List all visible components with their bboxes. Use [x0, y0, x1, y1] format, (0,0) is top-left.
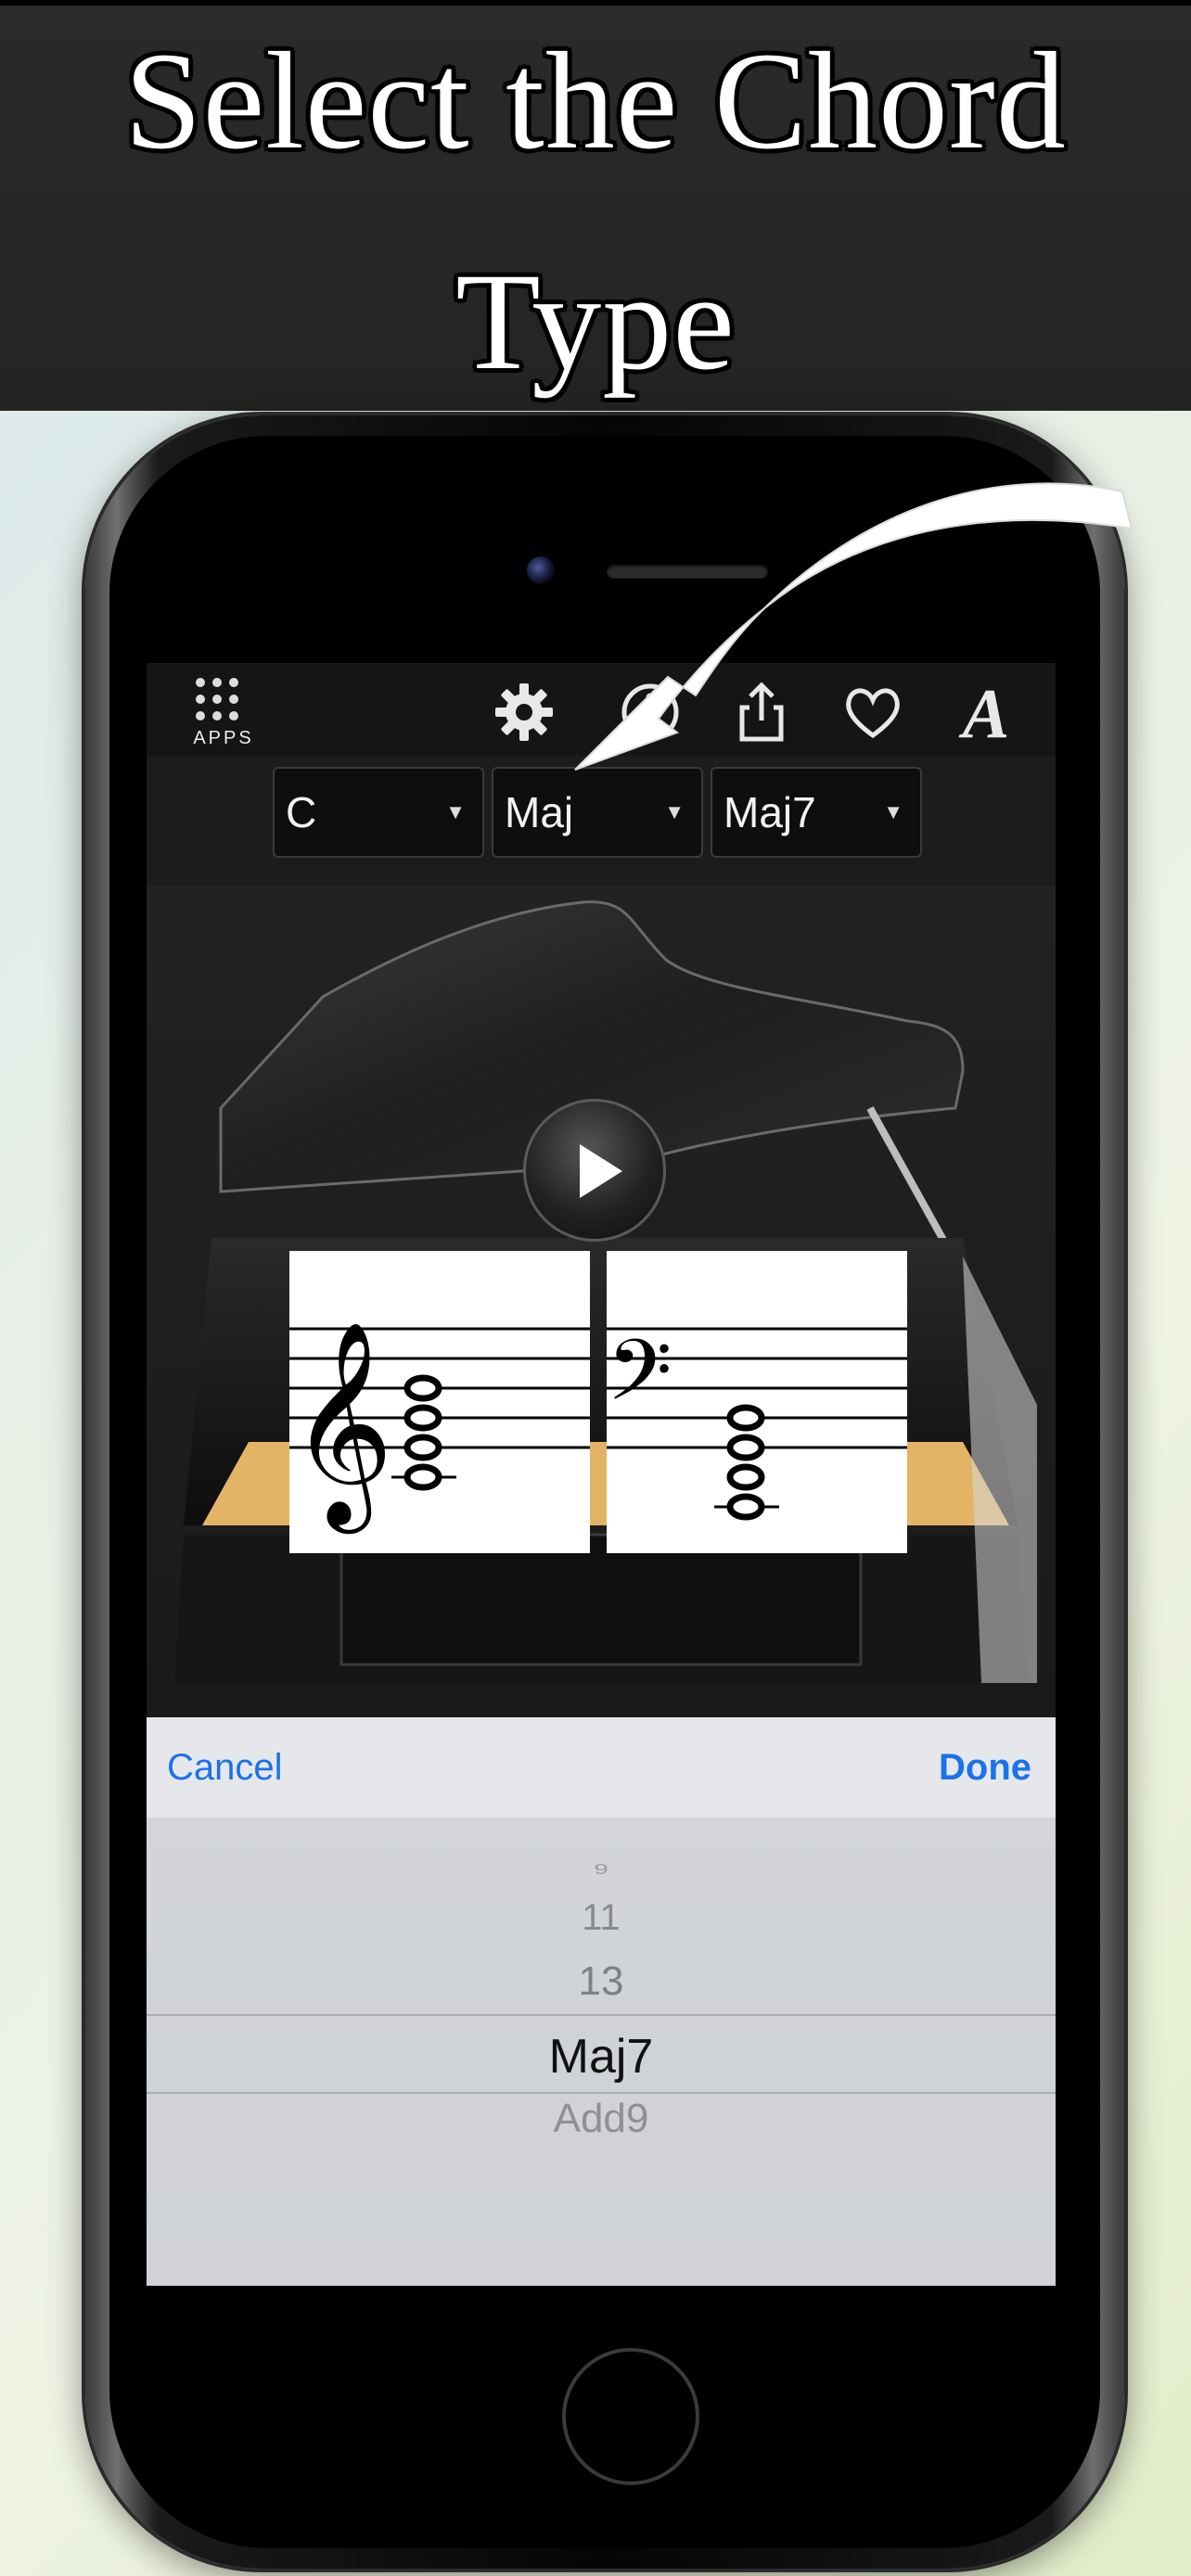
headline-line-1: Select the Chord — [124, 24, 1067, 178]
cancel-button[interactable]: Cancel — [167, 1717, 283, 1817]
grid-icon — [190, 678, 257, 721]
play-icon — [580, 1144, 622, 1198]
gear-icon[interactable] — [492, 680, 557, 745]
apps-button[interactable]: APPS — [182, 678, 265, 752]
picker-option[interactable]: 9 — [147, 1861, 1056, 1878]
home-button[interactable] — [562, 2348, 699, 2485]
front-camera — [527, 556, 555, 584]
picker-option[interactable]: 11 — [147, 1897, 1056, 1939]
callout-arrow-icon — [574, 482, 1133, 771]
treble-staff-drawing: 𝄞 — [289, 1320, 590, 1534]
picker-option[interactable]: Add9 — [147, 2096, 1056, 2142]
bass-staff-drawing: 𝄢 — [607, 1321, 907, 1521]
play-button[interactable] — [523, 1099, 666, 1242]
apps-label: APPS — [193, 728, 254, 748]
chord-type-picker: Cancel Done 9 11 13 Maj7 Add9 — [147, 1717, 1056, 2286]
selection-indicator-bottom — [147, 2092, 1056, 2094]
picker-option[interactable]: 13 — [147, 1958, 1056, 2005]
promo-banner: Select the Chord Type — [0, 0, 1191, 411]
grand-piano-illustration — [174, 900, 1037, 1683]
done-button[interactable]: Done — [939, 1717, 1031, 1817]
app-screen: APPS A C ▼ Maj ▼ Maj7 ▼ 𝄞 𝄢 Cancel Done … — [147, 663, 1056, 2286]
picker-option-selected[interactable]: Maj7 — [147, 2029, 1056, 2085]
headline-line-2: Type — [455, 245, 736, 399]
bass-clef-staff: 𝄢 — [607, 1251, 907, 1553]
bass-clef-icon: 𝄢 — [607, 1321, 672, 1440]
treble-clef-staff: 𝄞 — [289, 1251, 590, 1553]
treble-clef-icon: 𝄞 — [289, 1320, 393, 1534]
picker-wheel[interactable]: 9 11 13 Maj7 Add9 — [147, 1817, 1056, 2286]
root-note-select[interactable]: C ▼ — [273, 767, 484, 858]
root-note-value: C — [286, 788, 317, 836]
selection-indicator-top — [147, 2014, 1056, 2016]
picker-toolbar: Cancel Done — [147, 1717, 1056, 1818]
piano-area: 𝄞 𝄢 — [147, 886, 1056, 1731]
dropdown-caret-icon: ▼ — [445, 800, 466, 823]
